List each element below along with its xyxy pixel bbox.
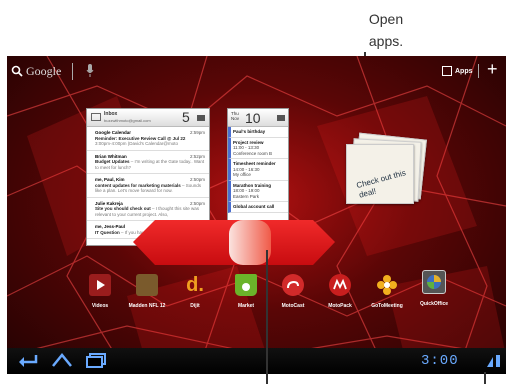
gmail-unread-count: 5: [182, 109, 190, 125]
top-bar: Google Apps +: [7, 56, 506, 86]
mail-time: 2:52pm: [189, 153, 205, 159]
calendar-event[interactable]: Marathon training 18:00 - 19:00 Eastern …: [228, 180, 288, 202]
gotomeeting-flower-icon: [376, 274, 398, 296]
mail-subject: Site you should check out: [95, 206, 151, 211]
mail-time: 2:50pm: [189, 177, 205, 182]
calendar-event[interactable]: Timesheet reminder 14:00 - 16:30 My offi…: [228, 159, 288, 181]
mail-time: 2:50pm: [189, 200, 205, 206]
app-label: MotoCast: [281, 303, 305, 309]
gmail-widget-header: Inbox buzzwithmoto@gmail.com 5: [87, 109, 209, 127]
mail-item[interactable]: Brian Whitman 2:52pm Budget Updates – I'…: [87, 151, 209, 174]
mail-item[interactable]: Google Calendar 2:59pm Reminder: Executi…: [87, 127, 209, 151]
app-label: GoToMeeting: [371, 303, 403, 309]
calendar-event[interactable]: Project review 11:00 - 13:30 Conference …: [228, 137, 288, 159]
motorola-icon: [329, 274, 351, 296]
mail-item[interactable]: me, Paul, Kim 2:50pm content updates for…: [87, 174, 209, 198]
event-location: My office: [233, 172, 251, 177]
mail-subject: IT Question: [95, 229, 120, 235]
app-shortcut-market[interactable]: Market: [223, 274, 269, 309]
cloud-arrow-icon: [287, 280, 299, 289]
event-location: Conference room B: [233, 150, 273, 156]
apps-button[interactable]: Apps: [442, 64, 473, 78]
open-apps-callout: Open apps.: [346, 8, 426, 52]
event-title: Paul's birthday: [233, 129, 266, 134]
app-shortcut-motocast[interactable]: MotoCast: [270, 274, 316, 309]
calendar-widget-header: Thu Nov 10: [228, 109, 288, 127]
app-label: Videos: [91, 303, 109, 309]
calendar-date: 10: [245, 110, 261, 126]
google-search-bar[interactable]: Google: [11, 62, 61, 80]
callout-leader-scrubber: [266, 250, 268, 384]
recent-apps-icon[interactable]: [85, 352, 107, 368]
quickoffice-icon: [422, 270, 446, 294]
app-label: Dijit: [190, 303, 200, 309]
deal-card-stack-widget[interactable]: Check out this deal!: [344, 132, 427, 206]
mail-time: 2:59pm: [189, 130, 205, 135]
system-bar: 3:00: [7, 348, 506, 374]
market-bag-icon: [235, 274, 257, 296]
app-shortcut-videos[interactable]: Videos: [77, 274, 123, 309]
deal-card-text: Check out this deal!: [355, 168, 407, 200]
clock[interactable]: 3:00: [421, 353, 459, 369]
envelope-icon: [91, 113, 101, 121]
search-icon: [11, 65, 23, 77]
app-shortcut-motopack[interactable]: MotoPack: [317, 274, 363, 309]
app-label: Market: [237, 303, 255, 309]
topbar-divider-right: [478, 64, 479, 78]
open-apps-callout-line1: Open: [368, 11, 404, 27]
calendar-day-month: Thu Nov: [231, 111, 239, 121]
add-widget-button[interactable]: +: [487, 59, 498, 79]
app-label: MotoPack: [328, 303, 352, 309]
app-shortcut-madden[interactable]: Madden NFL 12: [124, 274, 170, 309]
open-apps-callout-line2: apps.: [368, 33, 404, 49]
topbar-divider: [72, 63, 73, 80]
google-search-label: Google: [26, 63, 62, 78]
gmail-account: buzzwithmoto@gmail.com: [104, 118, 151, 123]
app-shortcut-dijit[interactable]: d. Dijit: [172, 274, 218, 309]
mail-subject: content updates for marketing materials: [95, 182, 181, 188]
event-location: Eastern Park: [233, 193, 260, 199]
callout-leader-status: [484, 372, 486, 384]
motocast-icon: [282, 274, 304, 296]
signal-icon[interactable]: [487, 353, 501, 367]
home-screen: Google Apps + Inbox buzzwithmoto@gmail.c…: [7, 56, 506, 374]
microphone-icon[interactable]: [86, 64, 94, 78]
deal-card: Check out this deal!: [346, 144, 414, 204]
videos-icon: [89, 274, 111, 296]
compose-icon[interactable]: [197, 115, 205, 121]
apps-button-label: Apps: [455, 67, 473, 75]
gmail-folder: Inbox: [104, 111, 118, 117]
madden-nfl-icon: [136, 274, 158, 296]
play-icon: [97, 280, 105, 290]
dijit-icon: d.: [186, 274, 204, 296]
flower-icon: [377, 275, 397, 295]
scrubber-thumb[interactable]: [229, 220, 271, 265]
calendar-month: Nov: [231, 116, 240, 121]
mail-subject: Budget Updates: [95, 159, 130, 164]
event-title: Global account call: [233, 204, 275, 209]
app-label: Madden NFL 12: [128, 303, 166, 309]
motorola-logo-icon: [333, 278, 347, 290]
android-icon: [242, 283, 250, 291]
app-shortcut-gotomeeting[interactable]: GoToMeeting: [364, 274, 410, 309]
app-label: QuickOffice: [419, 301, 449, 307]
calendar-event[interactable]: Paul's birthday: [228, 127, 288, 138]
color-wheel-icon: [427, 275, 441, 289]
calendar-event[interactable]: Global account call: [228, 202, 288, 213]
mail-item[interactable]: Julie Kakreja 2:50pm Site you should che…: [87, 198, 209, 221]
mail-snippet: 3:00pm-4:00pm (David's Calendar@moto: [95, 141, 178, 146]
add-event-icon[interactable]: [277, 115, 285, 121]
home-icon[interactable]: [51, 352, 73, 368]
apps-grid-icon: [442, 66, 452, 76]
back-icon[interactable]: [17, 352, 39, 368]
app-shortcut-quickoffice[interactable]: QuickOffice: [411, 270, 457, 307]
